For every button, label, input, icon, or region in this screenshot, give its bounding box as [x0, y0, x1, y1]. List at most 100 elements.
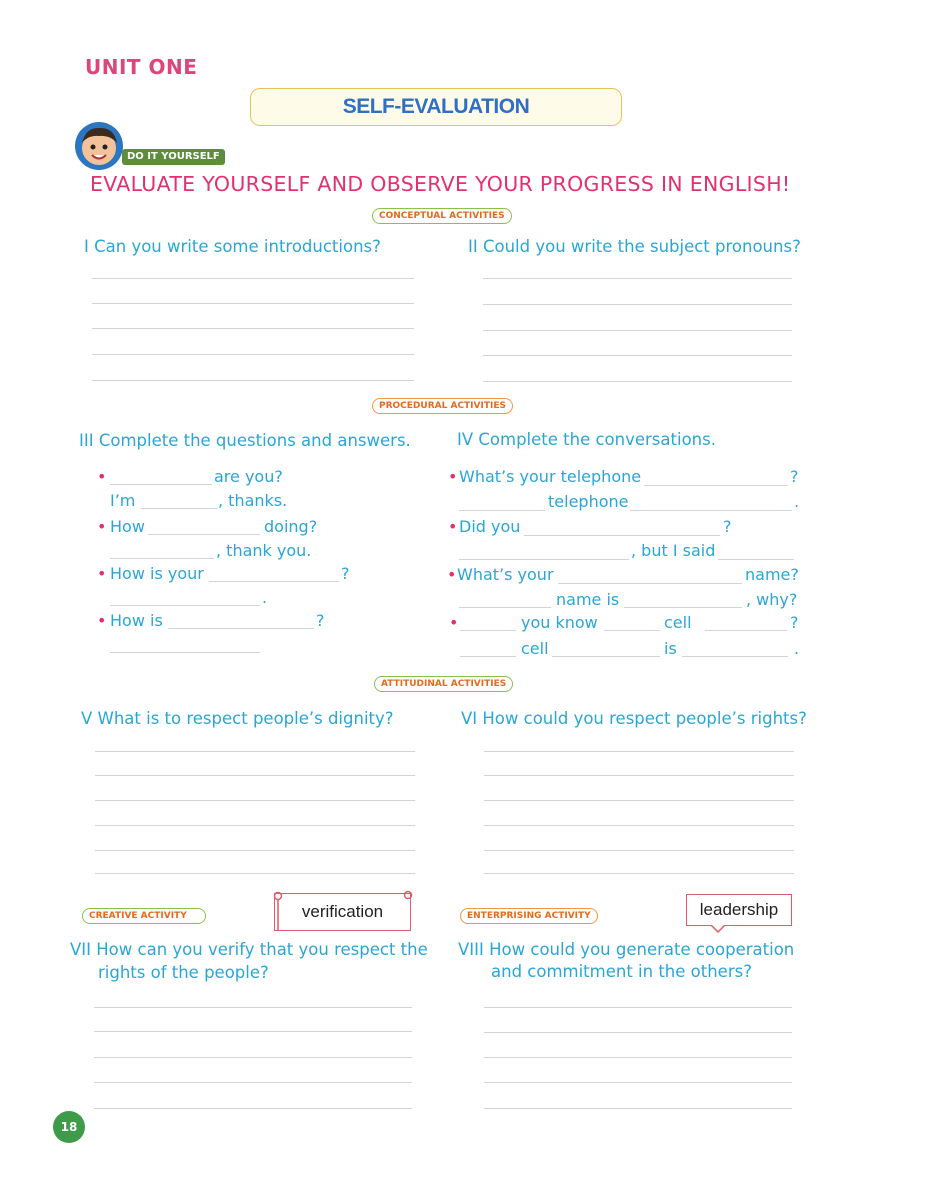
leadership-note: leadership: [686, 894, 792, 926]
text-fragment: I’m: [110, 491, 136, 510]
blank-line[interactable]: [459, 559, 629, 560]
procedural-activities-label: PROCEDURAL ACTIVITIES: [372, 398, 513, 414]
text-fragment: How is your: [110, 564, 204, 583]
text-fragment: are you?: [214, 467, 283, 486]
answer-line[interactable]: [484, 1057, 792, 1058]
answer-line[interactable]: [94, 1007, 412, 1008]
text-fragment: .: [794, 639, 800, 658]
do-it-yourself-badge: DO IT YOURSELF: [122, 149, 225, 165]
blank-line[interactable]: [552, 656, 660, 657]
answer-line[interactable]: [484, 800, 794, 801]
text-fragment: name?: [745, 565, 799, 584]
blank-line[interactable]: [141, 508, 217, 509]
blank-line[interactable]: [459, 510, 545, 511]
blank-line[interactable]: [604, 630, 660, 631]
answer-line[interactable]: [95, 775, 415, 776]
blank-line[interactable]: [110, 558, 214, 559]
unit-label: UNIT ONE: [85, 55, 198, 79]
text-fragment: cell: [664, 613, 692, 632]
answer-line[interactable]: [95, 751, 415, 752]
text-fragment: name is: [556, 590, 620, 609]
text-fragment: How is: [110, 611, 163, 630]
answer-line[interactable]: [484, 825, 794, 826]
blank-line[interactable]: [110, 605, 260, 606]
answer-line[interactable]: [92, 303, 414, 304]
bullet: •: [97, 467, 107, 486]
bullet: •: [97, 517, 107, 536]
leadership-text: leadership: [699, 900, 779, 919]
text-fragment: ?: [341, 564, 350, 583]
text-fragment: doing?: [264, 517, 318, 536]
text-fragment: ?: [790, 467, 799, 486]
blank-line[interactable]: [110, 484, 212, 485]
text-fragment: ?: [790, 613, 799, 632]
creative-activity-label: CREATIVE ACTIVITY: [82, 908, 206, 924]
text-fragment: What’s your telephone: [459, 467, 642, 486]
blank-line[interactable]: [524, 535, 720, 536]
answer-line[interactable]: [94, 1031, 412, 1032]
text-fragment: , thank you.: [216, 541, 312, 560]
answer-line[interactable]: [95, 825, 415, 826]
question-6: VI How could you respect people’s rights…: [461, 709, 807, 728]
bullet: •: [448, 517, 458, 536]
answer-line[interactable]: [92, 328, 414, 329]
text-fragment: , thanks.: [218, 491, 288, 510]
blank-line[interactable]: [209, 581, 339, 582]
blank-line[interactable]: [644, 485, 788, 486]
blank-line[interactable]: [705, 630, 787, 631]
answer-line[interactable]: [95, 873, 415, 874]
blank-line[interactable]: [718, 559, 794, 560]
blank-line[interactable]: [168, 628, 314, 629]
answer-line[interactable]: [484, 1007, 792, 1008]
scroll-icon: [273, 890, 413, 931]
page-title: SELF-EVALUATION: [342, 95, 530, 118]
answer-line[interactable]: [94, 1082, 412, 1083]
question-8-line-2: and commitment in the others?: [491, 962, 752, 981]
answer-line[interactable]: [483, 304, 792, 305]
page-title-box: SELF-EVALUATION: [250, 88, 622, 126]
answer-line[interactable]: [94, 1057, 412, 1058]
answer-line[interactable]: [483, 355, 792, 356]
blank-line[interactable]: [682, 656, 788, 657]
answer-line[interactable]: [484, 775, 794, 776]
enterprising-activity-label: ENTERPRISING ACTIVITY: [460, 908, 598, 924]
question-7-line-1: VII How can you verify that you respect …: [70, 940, 428, 959]
headline: EVALUATE YOURSELF AND OBSERVE YOUR PROGR…: [90, 172, 791, 196]
text-fragment: , but I said: [631, 541, 716, 560]
page-number-text: 18: [60, 1120, 78, 1134]
text-fragment: is: [664, 639, 677, 658]
blank-line[interactable]: [460, 630, 516, 631]
answer-line[interactable]: [92, 278, 414, 279]
blank-line[interactable]: [110, 652, 260, 653]
answer-line[interactable]: [483, 330, 792, 331]
blank-line[interactable]: [558, 583, 742, 584]
answer-line[interactable]: [92, 354, 414, 355]
text-fragment: .: [262, 588, 268, 607]
question-4: IV Complete the conversations.: [457, 430, 716, 449]
blank-line[interactable]: [624, 607, 742, 608]
blank-line[interactable]: [459, 607, 551, 608]
blank-line[interactable]: [148, 534, 260, 535]
answer-line[interactable]: [95, 850, 415, 851]
blank-line[interactable]: [460, 656, 516, 657]
callout-pointer-icon: [710, 925, 726, 933]
answer-line[interactable]: [484, 751, 794, 752]
answer-line[interactable]: [92, 380, 414, 381]
blank-line[interactable]: [630, 510, 792, 511]
answer-line[interactable]: [484, 1032, 792, 1033]
answer-line[interactable]: [484, 873, 794, 874]
answer-line[interactable]: [94, 1108, 412, 1109]
bullet: •: [97, 564, 107, 583]
answer-line[interactable]: [95, 800, 415, 801]
answer-line[interactable]: [484, 1108, 792, 1109]
text-fragment: What’s your: [457, 565, 554, 584]
answer-line[interactable]: [484, 1082, 792, 1083]
text-fragment: ?: [316, 611, 325, 630]
text-fragment: Did you: [459, 517, 521, 536]
question-5: V What is to respect people’s dignity?: [81, 709, 394, 728]
bullet: •: [447, 565, 457, 584]
answer-line[interactable]: [483, 278, 792, 279]
text-fragment: telephone: [548, 492, 629, 511]
answer-line[interactable]: [484, 850, 794, 851]
answer-line[interactable]: [483, 381, 792, 382]
